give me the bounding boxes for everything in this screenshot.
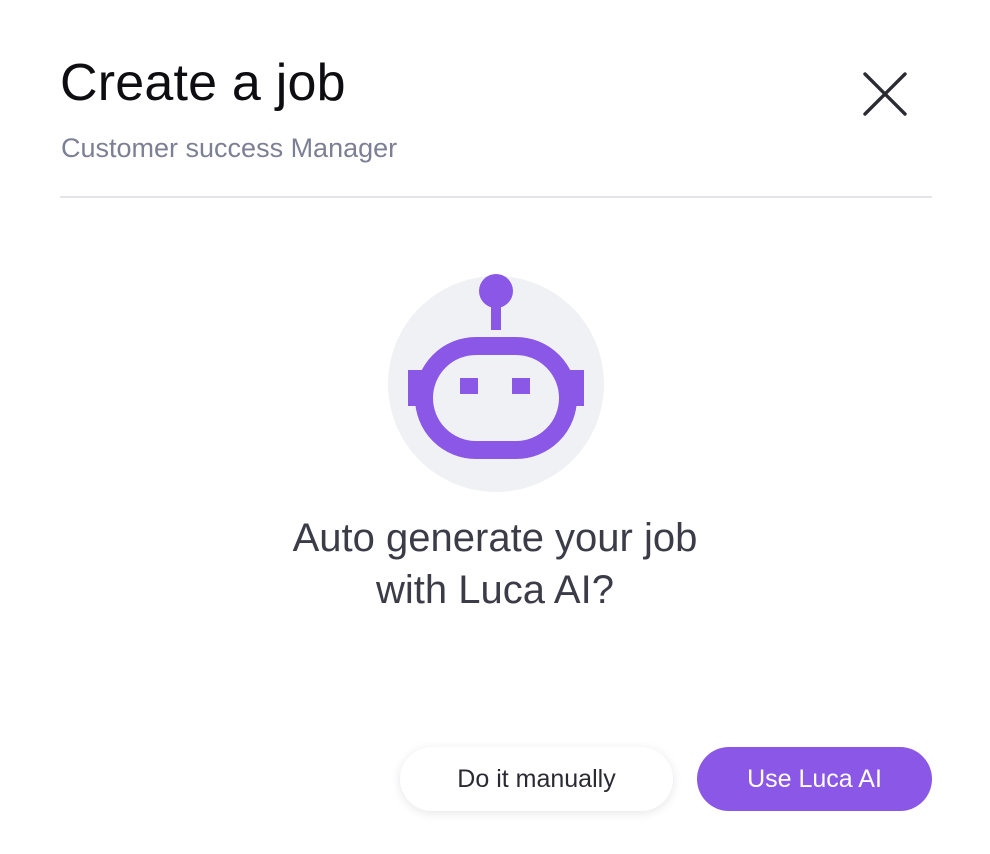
ai-prompt-text: Auto generate your job with Luca AI? — [195, 512, 795, 616]
prompt-line-2: with Luca AI? — [376, 568, 614, 612]
close-icon — [863, 72, 907, 116]
robot-icon — [388, 274, 604, 492]
use-luca-ai-button[interactable]: Use Luca AI — [697, 747, 932, 811]
dialog-title: Create a job — [60, 54, 346, 112]
header-divider — [60, 196, 932, 198]
close-button[interactable] — [856, 65, 914, 123]
do-it-manually-button[interactable]: Do it manually — [400, 747, 673, 811]
dialog-subtitle: Customer success Manager — [61, 133, 398, 163]
create-job-dialog: Create a job Customer success Manager Au… — [0, 0, 990, 854]
robot-illustration — [388, 270, 604, 492]
prompt-line-1: Auto generate your job — [292, 516, 698, 560]
